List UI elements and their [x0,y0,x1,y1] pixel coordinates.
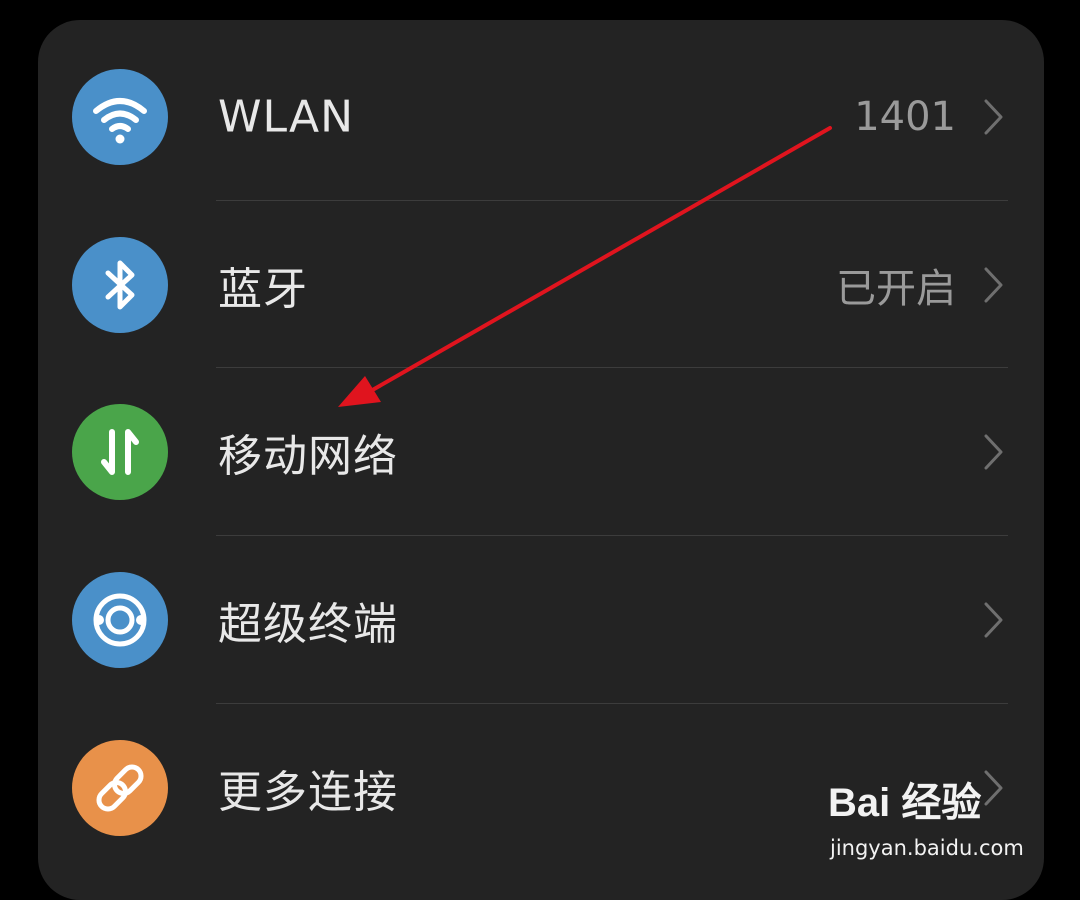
bluetooth-status: 已开启 [836,266,956,312]
settings-item-label: 移动网络 [218,431,398,482]
watermark-brand: Bai 经验 [828,781,982,825]
chevron-right-icon [984,99,1003,135]
settings-item-label: 蓝牙 [218,264,308,315]
link-icon [72,740,168,836]
chevron-right-icon [984,434,1003,470]
watermark-url: jingyan.baidu.com [830,836,1024,860]
bluetooth-icon [72,237,168,333]
super-device-icon [72,572,168,668]
wifi-icon [72,69,168,165]
mobile-data-icon [72,404,168,500]
wifi-network-name: 1401 [854,94,956,140]
settings-item-label: 超级终端 [218,599,398,650]
settings-item-bluetooth[interactable]: 蓝牙 已开启 [38,201,1044,369]
settings-item-label: WLAN [218,91,355,143]
baidu-jingyan-watermark: Bai 经验 jingyan.baidu.com [828,770,1028,870]
connectivity-settings-card: WLAN 1401 蓝牙 已开启 移动网络 超级终端 更多连接 [38,20,1044,900]
chevron-right-icon [984,602,1003,638]
settings-item-wlan[interactable]: WLAN 1401 [38,33,1044,201]
settings-item-mobile-network[interactable]: 移动网络 [38,368,1044,536]
settings-item-super-device[interactable]: 超级终端 [38,536,1044,704]
settings-item-label: 更多连接 [218,767,398,818]
chevron-right-icon [984,267,1003,303]
